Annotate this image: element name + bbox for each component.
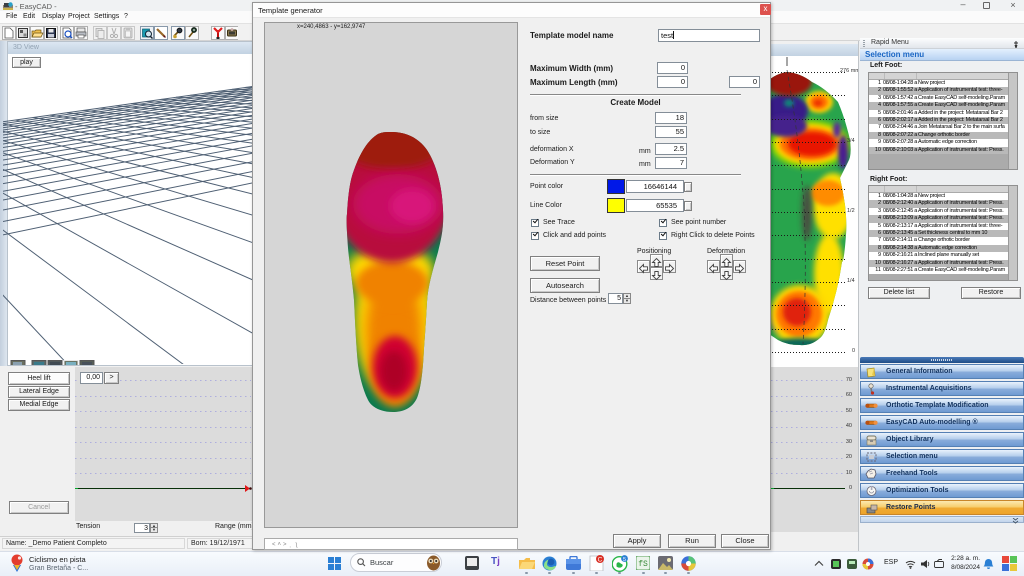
svg-text:fS: fS [638, 560, 648, 569]
svg-text:5: 5 [623, 557, 626, 563]
svg-text:C: C [598, 556, 603, 563]
